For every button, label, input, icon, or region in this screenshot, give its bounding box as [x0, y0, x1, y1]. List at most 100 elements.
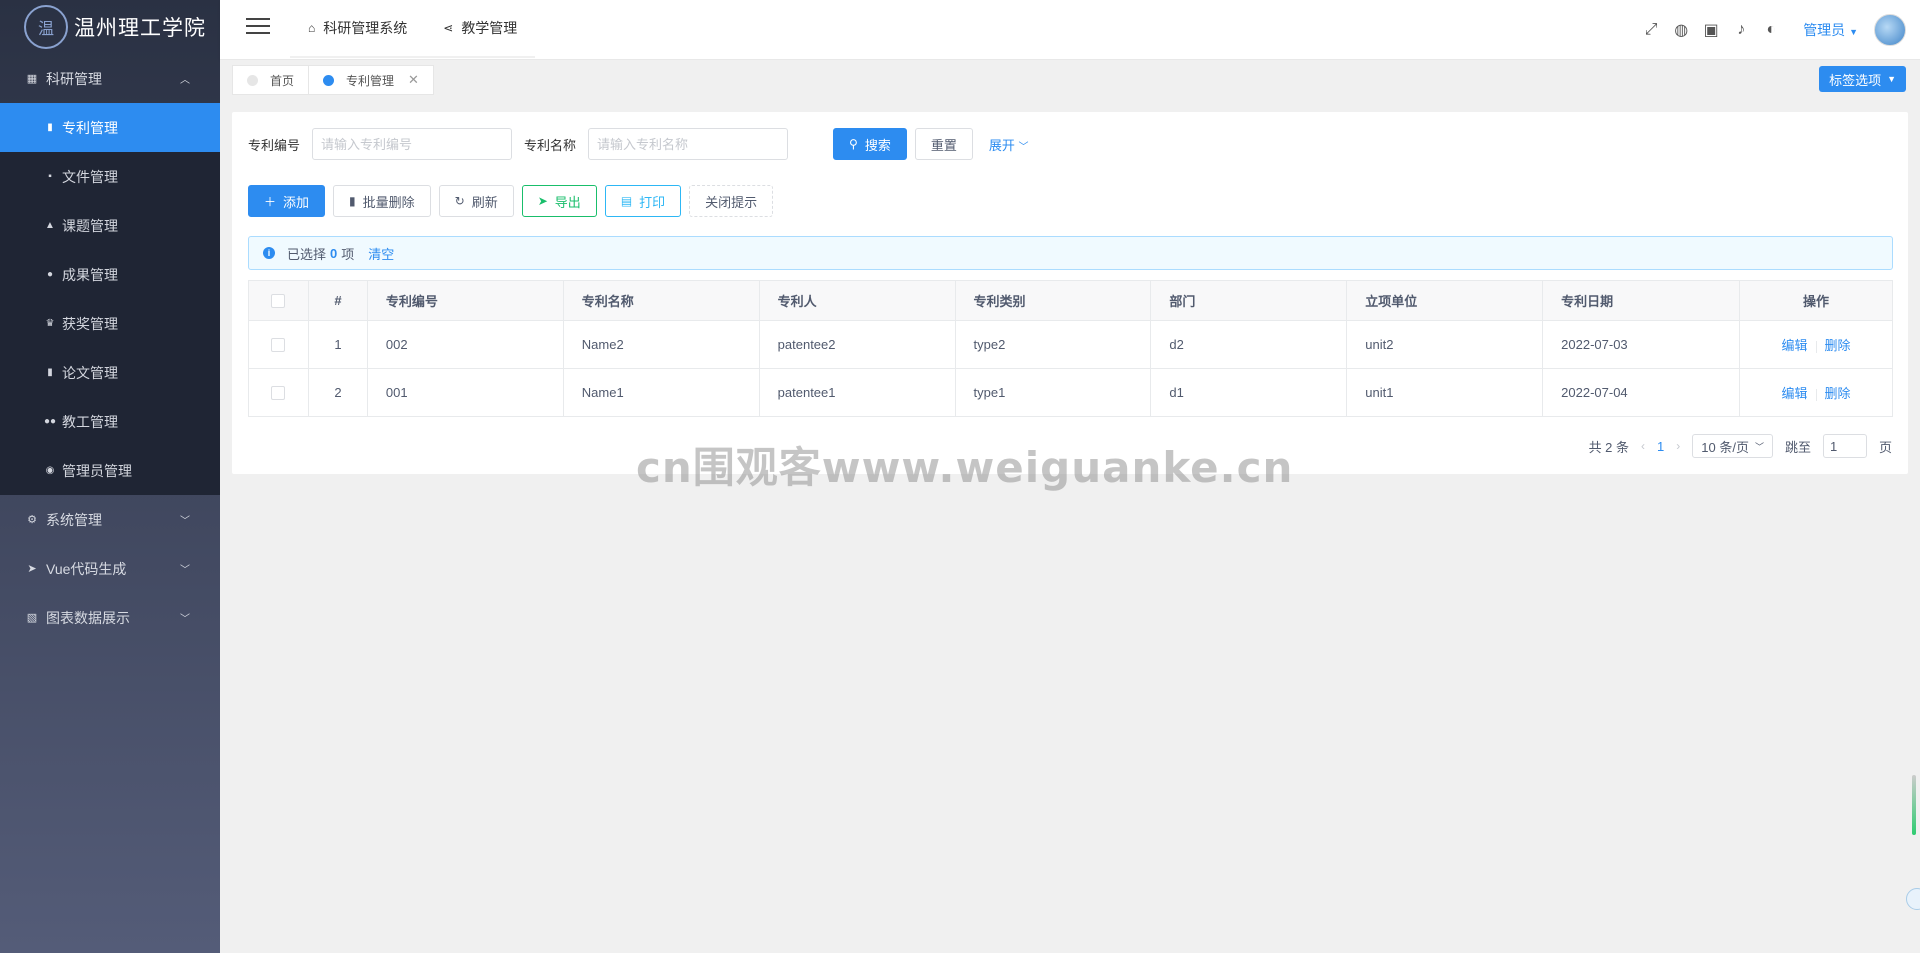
fullscreen-icon[interactable]: ⤢: [1641, 20, 1661, 40]
bell-icon[interactable]: ♪: [1731, 20, 1751, 40]
next-page-icon[interactable]: ›: [1676, 439, 1680, 453]
sidebar-item-staff[interactable]: ●● 教工管理: [0, 397, 220, 446]
nav-teaching[interactable]: ⋖ 教学管理: [425, 0, 535, 56]
caret-down-icon: ▼: [1887, 74, 1896, 84]
tab-label: 首页: [270, 73, 295, 88]
column-header[interactable]: 立项单位: [1346, 280, 1544, 321]
search-button[interactable]: ⚲ 搜索: [833, 128, 907, 160]
close-icon[interactable]: ✕: [408, 72, 419, 88]
cell-type: type1: [954, 368, 1152, 417]
delete-link[interactable]: 删除: [1825, 386, 1851, 401]
chevron-down-icon: ﹀: [1754, 441, 1764, 452]
sidebar-item-label: 管理员管理: [62, 462, 132, 479]
sidebar-group-label: 系统管理: [46, 511, 102, 528]
sidebar-item-label: 教工管理: [62, 413, 118, 430]
sidebar-item-label: 专利管理: [62, 119, 118, 136]
sidebar-item-paper[interactable]: ▮ 论文管理: [0, 348, 220, 397]
close-tip-button[interactable]: 关闭提示: [689, 185, 774, 217]
lock-icon[interactable]: ▣: [1701, 20, 1721, 40]
sidebar-item-admin[interactable]: ◉ 管理员管理: [0, 446, 220, 495]
clear-selection-link[interactable]: 清空: [368, 244, 394, 263]
book-icon: ▮: [47, 122, 53, 133]
row-select-cell: [248, 368, 309, 417]
tab-label: 专利管理: [346, 73, 395, 88]
sidebar-item-patent[interactable]: ▮ 专利管理: [0, 103, 220, 152]
chevron-up-icon: ︿: [180, 75, 190, 86]
row-checkbox[interactable]: [271, 386, 286, 401]
gear-icon: ⚙: [27, 514, 37, 526]
edit-link[interactable]: 编辑: [1782, 386, 1808, 401]
sidebar-group-label: 科研管理: [46, 70, 102, 87]
row-checkbox[interactable]: [271, 338, 286, 353]
selection-count: 0: [330, 245, 338, 261]
nav-label: 科研管理系统: [323, 20, 408, 36]
caret-down-icon: ▼: [1849, 27, 1858, 37]
column-header[interactable]: 专利类别: [954, 280, 1152, 321]
column-header[interactable]: 专利人: [758, 280, 956, 321]
batch-delete-button[interactable]: ▮ 批量删除: [333, 185, 431, 217]
column-header[interactable]: 专利日期: [1542, 280, 1741, 321]
sidebar-group-system[interactable]: ⚙ 系统管理 ﹀: [0, 495, 220, 544]
sidebar-item-file[interactable]: ▪ 文件管理: [0, 152, 220, 201]
plus-icon: ＋: [264, 194, 277, 209]
cell-type: type2: [954, 320, 1152, 369]
refresh-button[interactable]: ↻ 刷新: [438, 185, 514, 217]
column-header[interactable]: 部门: [1150, 280, 1348, 321]
tab-home[interactable]: 首页: [232, 65, 310, 95]
user-menu[interactable]: 管理员 ▼: [1803, 20, 1858, 40]
patent-code-input[interactable]: [312, 128, 513, 160]
cell-patentee: patentee1: [758, 368, 956, 417]
select-all-checkbox[interactable]: [271, 294, 286, 309]
nav-research-system[interactable]: ⌂ 科研管理系统: [290, 0, 425, 56]
delete-link[interactable]: 删除: [1825, 338, 1851, 353]
logo[interactable]: 温 温州理工学院: [0, 0, 220, 54]
edit-link[interactable]: 编辑: [1782, 338, 1808, 353]
info-icon: i: [263, 247, 275, 259]
column-header[interactable]: 专利名称: [562, 280, 760, 321]
sidebar-item-achievement[interactable]: ● 成果管理: [0, 250, 220, 299]
jump-page-input[interactable]: [1822, 434, 1867, 458]
cell-name: Name1: [562, 368, 760, 417]
page-size-select[interactable]: 10 条/页 ﹀: [1692, 434, 1773, 458]
flask-icon: ▲: [45, 220, 55, 231]
prev-page-icon[interactable]: ‹: [1641, 439, 1645, 453]
tab-options-button[interactable]: 标签选项 ▼: [1819, 66, 1906, 92]
sidebar-group-charts[interactable]: ▧ 图表数据展示 ﹀: [0, 593, 220, 642]
sidebar-item-project[interactable]: ▲ 课题管理: [0, 201, 220, 250]
tab-patent[interactable]: 专利管理 ✕: [308, 65, 434, 95]
sidebar-group-label: 图表数据展示: [46, 609, 130, 626]
sidebar-group-label: Vue代码生成: [46, 560, 127, 577]
bookmark-icon: ▮: [47, 367, 53, 378]
send-icon: ➤: [27, 563, 37, 575]
total-count: 共 2 条: [1588, 439, 1630, 455]
reset-button[interactable]: 重置: [914, 128, 973, 160]
row-actions: 编辑 删除: [1739, 368, 1893, 417]
floating-widget-icon[interactable]: [1906, 888, 1920, 910]
expand-link[interactable]: 展开 ﹀: [989, 135, 1029, 154]
add-button[interactable]: ＋ 添加: [248, 185, 326, 217]
sidebar-group-research[interactable]: ▦ 科研管理 ︿: [0, 54, 220, 103]
sidebar-group-vue-codegen[interactable]: ➤ Vue代码生成 ﹀: [0, 544, 220, 593]
scroll-indicator[interactable]: [1912, 775, 1916, 835]
column-header: 操作: [1739, 280, 1893, 321]
table-row: 2 001 Name1 patentee1 type1 d1 unit1 202…: [248, 368, 1893, 417]
menu-toggle-icon[interactable]: [246, 18, 270, 38]
patent-name-input[interactable]: [588, 128, 789, 160]
export-label: 导出: [554, 194, 581, 210]
globe-icon[interactable]: ◍: [1671, 20, 1691, 40]
github-icon[interactable]: ◐: [1761, 20, 1781, 40]
expand-label: 展开: [988, 137, 1015, 153]
export-button[interactable]: ➤ 导出: [521, 185, 597, 217]
jump-label: 跳至: [1784, 439, 1811, 455]
cell-unit: unit2: [1346, 320, 1544, 369]
column-header[interactable]: 专利编号: [366, 280, 564, 321]
print-button[interactable]: ▤ 打印: [604, 185, 682, 217]
submenu-research: ▮ 专利管理 ▪ 文件管理 ▲ 课题管理 ● 成果管理 ♛ 获奖管理 ▮ 论文管…: [0, 103, 220, 495]
chevron-down-icon: ﹀: [180, 565, 190, 576]
add-label: 添加: [283, 194, 310, 210]
page-number[interactable]: 1: [1657, 439, 1664, 454]
avatar[interactable]: [1874, 14, 1906, 46]
row-actions: 编辑 删除: [1739, 320, 1893, 369]
sidebar-item-award[interactable]: ♛ 获奖管理: [0, 299, 220, 348]
select-all-cell: [248, 280, 309, 321]
